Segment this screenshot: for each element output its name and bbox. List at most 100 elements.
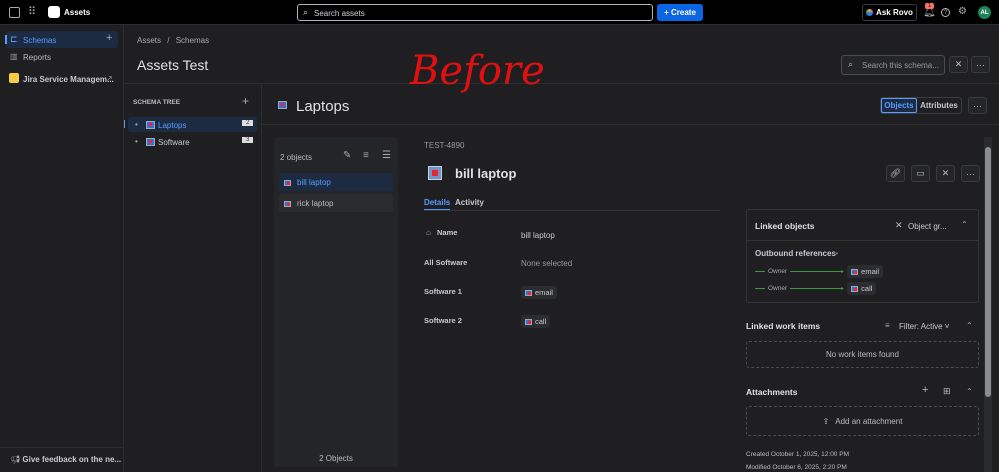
object-more-button[interactable]: ··· <box>961 165 980 182</box>
more-icon: ··· <box>966 168 975 179</box>
attribute-label: Software 2 <box>424 316 462 325</box>
software-type-icon <box>146 138 155 146</box>
reference-chip[interactable]: call <box>847 282 877 295</box>
tree-item-label: Software <box>158 138 190 147</box>
sidebar: ⊏ Schemas + ▥ Reports ⚡ Jira Service Man… <box>0 25 124 472</box>
ask-rovo-label: Ask Rovo <box>876 8 913 17</box>
work-items-empty: No work items found <box>746 341 979 368</box>
add-attachment-dropzone[interactable]: ⇪ Add an attachment <box>746 406 979 436</box>
object-type-title: Laptops <box>296 98 350 115</box>
object-label: rick laptop <box>297 199 334 208</box>
sidebar-item-schemas[interactable]: ⊏ Schemas + <box>5 31 118 48</box>
laptop-type-icon <box>278 101 287 109</box>
avatar[interactable]: AL <box>978 6 991 19</box>
help-icon[interactable]: ? <box>941 8 950 17</box>
linked-objects-title: Linked objects <box>755 221 815 231</box>
app-name[interactable]: Assets <box>64 8 90 17</box>
object-label: bill laptop <box>297 178 331 187</box>
breadcrumb-assets[interactable]: Assets <box>137 36 161 45</box>
object-title: bill laptop <box>455 166 517 181</box>
megaphone-icon: 📢︎ <box>10 455 21 464</box>
rovo-icon <box>866 9 874 16</box>
jsm-icon: ⚡ <box>9 73 19 83</box>
create-button[interactable]: + Create <box>657 4 703 21</box>
add-schema-icon[interactable]: + <box>106 32 112 44</box>
more-icon: ··· <box>973 100 982 111</box>
assets-logo-icon <box>48 6 60 18</box>
software-icon <box>851 285 859 292</box>
settings-icon[interactable]: ⚙ <box>958 6 967 17</box>
schema-tree-title: SCHEMA TREE <box>133 99 181 106</box>
page-title: Assets Test <box>137 57 209 73</box>
sidebar-item-label: Schemas <box>23 36 57 45</box>
tab-activity[interactable]: Activity <box>455 198 484 207</box>
list-view-icon[interactable]: ☰ <box>382 150 391 161</box>
more-icon: ··· <box>976 59 985 70</box>
count-badge: 3 <box>242 137 254 143</box>
sidebar-item-label: Jira Service Managem... <box>23 75 114 84</box>
laptop-type-icon <box>146 121 155 129</box>
divider <box>424 210 720 211</box>
tree-item-software[interactable]: • Software 3 <box>128 134 257 149</box>
reference-chip[interactable]: email <box>521 286 557 299</box>
grid-view-icon[interactable]: ⊞ <box>943 386 951 397</box>
collapse-icon[interactable]: ⌃ <box>966 387 973 396</box>
count-badge: 2 <box>242 120 254 126</box>
object-list-footer: 2 Objects <box>319 454 353 463</box>
collapse-icon[interactable]: ⌃ <box>966 321 973 330</box>
tree-item-label: Laptops <box>158 121 187 130</box>
scrollbar-thumb[interactable] <box>985 147 991 397</box>
schema-search-input[interactable]: ⌕ Search this schema... <box>841 55 945 75</box>
breadcrumb-separator: / <box>167 36 170 45</box>
sidebar-item-reports[interactable]: ▥ Reports <box>6 50 118 65</box>
search-input[interactable]: ⌕ Search assets <box>297 4 653 21</box>
object-key: TEST-4890 <box>424 141 465 150</box>
modified-date: Modified October 6, 2025, 2:20 PM <box>746 464 847 471</box>
chip-label: email <box>861 267 880 276</box>
linked-objects-panel: Linked objects ✕ Object gr... ⌃ Outbound… <box>746 209 979 303</box>
sidebar-toggle-icon[interactable] <box>9 7 20 18</box>
object-list-item[interactable]: rick laptop <box>279 194 393 212</box>
laptop-icon <box>284 201 291 207</box>
add-attachment-icon[interactable]: + <box>922 384 928 396</box>
attributes-view-button[interactable]: Attributes <box>917 98 961 113</box>
work-items-title: Linked work items <box>746 321 821 331</box>
comment-button[interactable]: ▭ <box>911 165 930 182</box>
laptop-object-icon <box>428 166 442 180</box>
breadcrumb-schemas[interactable]: Schemas <box>176 36 209 45</box>
object-graph-button[interactable]: Object gr... <box>908 222 947 231</box>
app-switcher-icon[interactable]: ⠿ <box>28 5 36 18</box>
collapse-icon[interactable]: ⌃ <box>961 220 968 229</box>
tree-item-laptops[interactable]: • Laptops 2 <box>124 117 257 132</box>
sidebar-item-jsm[interactable]: ⚡ Jira Service Managem... ↗ <box>6 72 118 87</box>
scrollbar[interactable] <box>984 137 992 472</box>
filter-icon[interactable]: ≡ <box>363 150 369 161</box>
attribute-value[interactable]: bill laptop <box>521 231 555 240</box>
object-count: 2 objects <box>280 153 313 162</box>
chart-icon: ▥ <box>10 52 18 61</box>
add-object-type-icon[interactable]: + <box>242 94 249 108</box>
objects-view-button[interactable]: Objects <box>881 98 917 113</box>
chip-label: email <box>535 288 553 297</box>
laptop-icon <box>284 180 291 186</box>
object-list-item[interactable]: bill laptop <box>279 173 393 191</box>
edit-icon[interactable]: ✎ <box>343 150 351 161</box>
type-more-button[interactable]: ··· <box>968 97 987 114</box>
schema-tree-panel: SCHEMA TREE + • Laptops 2 • Software 3 <box>124 84 262 472</box>
reference-chip[interactable]: email <box>847 265 884 278</box>
divider <box>0 447 124 448</box>
search-icon: ⌕ <box>303 7 309 17</box>
divider <box>262 124 999 125</box>
copy-link-button[interactable]: 🔗︎ <box>886 165 905 182</box>
graph-view-button[interactable]: ✕ <box>949 56 968 73</box>
graph-button[interactable]: ✕ <box>936 165 955 182</box>
work-items-filter[interactable]: Filter: Active ˅ <box>899 322 949 331</box>
attribute-value[interactable]: None selected <box>521 259 572 268</box>
ask-rovo-button[interactable]: Ask Rovo <box>862 4 917 21</box>
search-placeholder: Search assets <box>314 9 365 18</box>
feedback-button[interactable]: 📢︎ Give feedback on the ne... <box>10 455 121 464</box>
more-options-button[interactable]: ··· <box>971 56 990 73</box>
software-icon <box>525 318 532 325</box>
reference-chip[interactable]: call <box>521 315 551 328</box>
schema-search-placeholder: Search this schema... <box>862 61 939 70</box>
